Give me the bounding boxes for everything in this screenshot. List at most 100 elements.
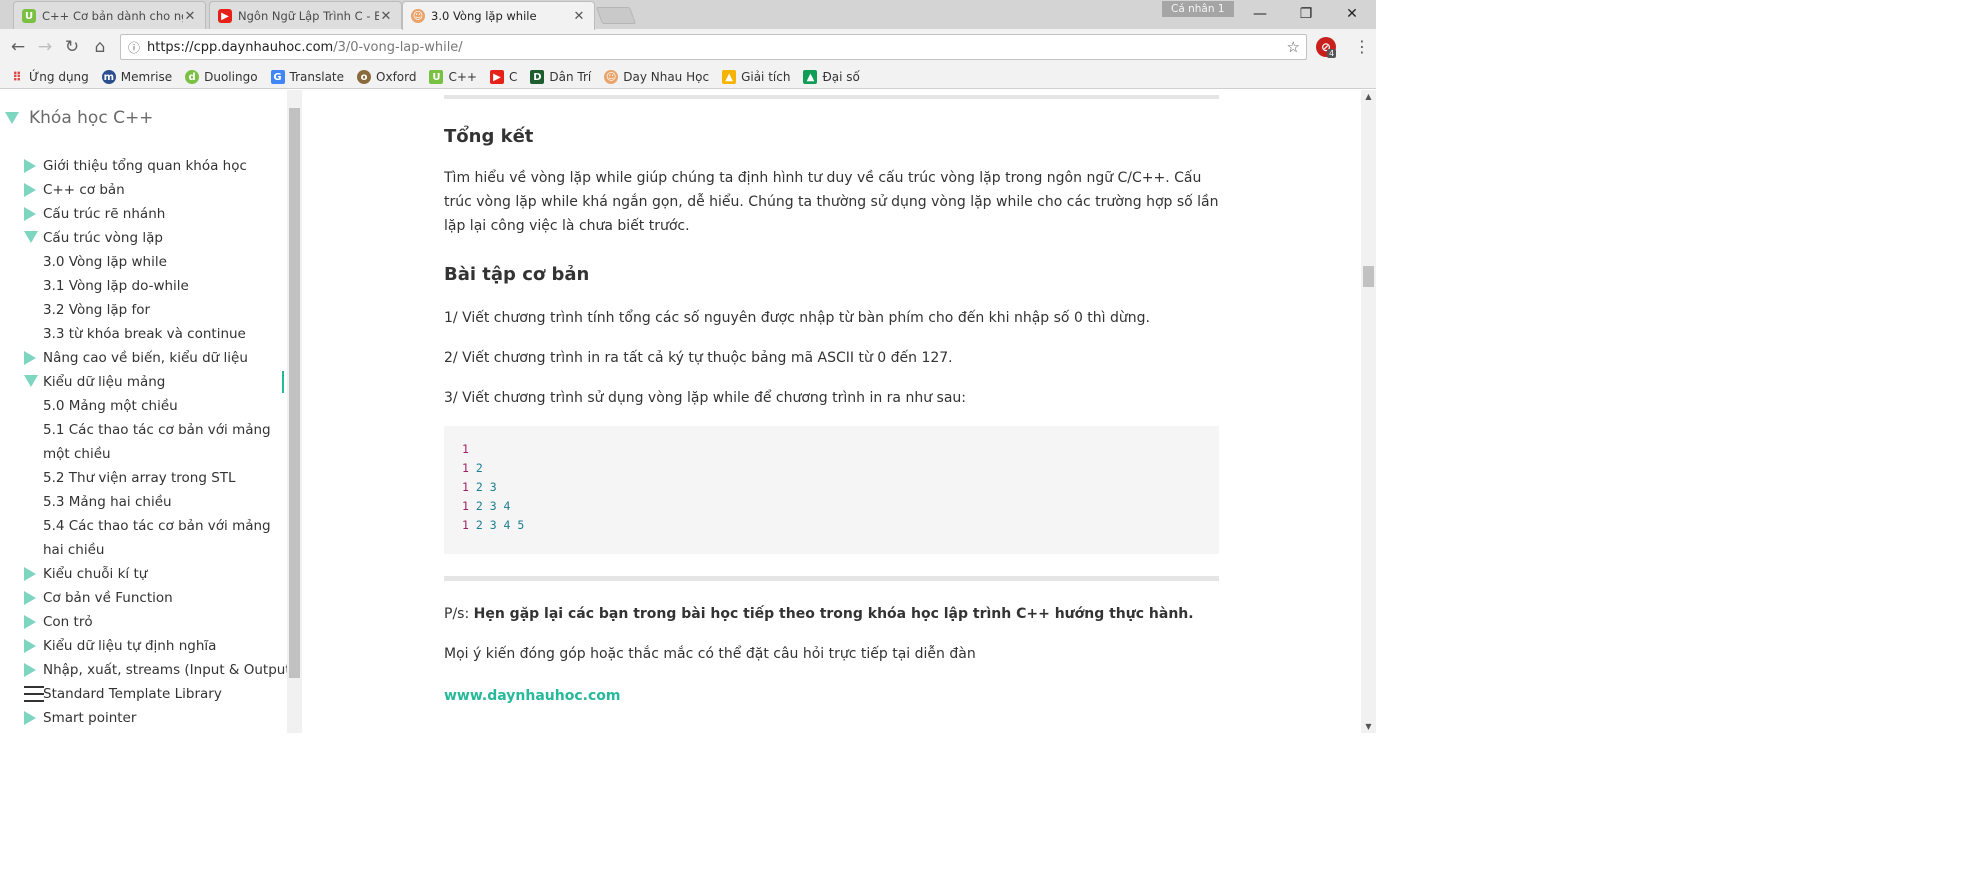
bookmark-apps[interactable]: ⠿ Ứng dụng (10, 70, 89, 84)
udemy-icon: U (22, 9, 36, 23)
page-scrollbar-thumb[interactable] (1363, 266, 1374, 287)
sidebar-subitem[interactable]: 3.0 Vòng lặp while (43, 250, 283, 274)
exercises-heading: Bài tập cơ bản (444, 264, 590, 285)
sidebar-item-label: Nhập, xuất, streams (Input & Output) (43, 662, 296, 678)
sidebar-subitem[interactable]: 5.3 Mảng hai chiều (43, 490, 283, 514)
duolingo-icon: d (185, 70, 200, 84)
bookmark-label: C++ (448, 70, 477, 84)
sidebar-scrollbar-thumb[interactable] (289, 108, 300, 678)
code-line: 1 2 (462, 461, 483, 475)
bookmark-c[interactable]: ▶ C (489, 70, 517, 84)
reload-icon[interactable]: ↻ (60, 35, 84, 59)
memrise-icon: m (101, 70, 116, 84)
tab-active[interactable]: ☺ 3.0 Vòng lặp while ✕ (402, 1, 595, 30)
tab-udemy[interactable]: U C++ Cơ bản dành cho người ✕ (13, 1, 206, 30)
minimize-icon[interactable]: — (1237, 0, 1283, 28)
expand-icon (24, 639, 36, 653)
code-token: 1 (462, 461, 469, 475)
udemy-icon: U (429, 70, 444, 84)
sidebar-subitem[interactable]: 5.0 Mảng một chiều (43, 394, 283, 418)
exercise-2: 2/ Viết chương trình in ra tất cả ký tự … (444, 350, 953, 366)
expand-icon (24, 663, 36, 677)
ps-paragraph: P/s: Hẹn gặp lại các bạn trong bài học t… (444, 602, 1219, 626)
drive-icon: ▲ (722, 70, 737, 84)
close-tab-icon[interactable]: ✕ (183, 9, 197, 24)
extension-badge: 4 (1327, 49, 1337, 58)
feedback-paragraph: Mọi ý kiến đóng góp hoặc thắc mắc có thể… (444, 646, 976, 662)
bookmark-translate[interactable]: G Translate (270, 70, 345, 84)
tab-title: Ngôn Ngữ Lập Trình C - Bài (238, 9, 379, 23)
new-tab-button[interactable] (595, 7, 637, 24)
close-window-icon[interactable]: ✕ (1329, 0, 1375, 28)
bookmark-star-icon[interactable]: ☆ (1287, 38, 1300, 56)
expand-icon (24, 615, 36, 629)
bookmark-memrise[interactable]: m Memrise (101, 70, 173, 84)
collapse-icon (24, 375, 38, 387)
sidebar-item-label: Con trỏ (43, 614, 93, 630)
tab-title: 3.0 Vòng lặp while (431, 9, 537, 23)
code-line: 1 2 3 (462, 480, 497, 494)
bookmark-giaitich[interactable]: ▲ Giải tích (722, 70, 790, 84)
scroll-up-icon[interactable]: ▲ (1361, 92, 1376, 101)
page-content: Khóa học C++ Giới thiệu tổng quan khóa h… (0, 90, 1376, 733)
site-link[interactable]: www.daynhauhoc.com (444, 688, 620, 704)
sidebar-item-label: Standard Template Library (43, 686, 222, 702)
home-icon[interactable]: ⌂ (88, 35, 112, 59)
hamburger-icon[interactable] (24, 686, 44, 702)
expand-icon (24, 159, 36, 173)
sidebar-title[interactable]: Khóa học C++ (5, 108, 153, 128)
bookmark-label: Memrise (120, 70, 173, 84)
bookmark-oxford[interactable]: o Oxford (357, 70, 416, 84)
expand-icon (24, 183, 36, 197)
bookmark-dantri[interactable]: D Dân Trí (530, 70, 591, 84)
sidebar-subitem[interactable]: 5.2 Thư viện array trong STL (43, 466, 283, 490)
info-icon[interactable]: ⓘ (121, 39, 147, 56)
page-scrollbar[interactable]: ▲ ▼ (1361, 90, 1376, 733)
tab-strip: U C++ Cơ bản dành cho người ✕ ▶ Ngôn Ngữ… (0, 0, 1376, 30)
sidebar-title-label: Khóa học C++ (29, 108, 154, 128)
sidebar-item-label: Smart pointer (43, 710, 137, 726)
translate-icon: G (270, 70, 285, 84)
bookmark-daynhauhoc[interactable]: ☺ Day Nhau Học (604, 70, 709, 84)
sidebar-subitem[interactable]: 3.2 Vòng lặp for (43, 298, 283, 322)
divider (444, 576, 1219, 581)
ps-prefix: P/s: (444, 606, 474, 622)
sidebar-item-label: Cơ bản về Function (43, 590, 173, 606)
course-sidebar: Khóa học C++ Giới thiệu tổng quan khóa h… (0, 90, 302, 733)
profile-button[interactable]: Cá nhân 1 (1162, 1, 1234, 17)
address-bar[interactable]: ⓘ https://cpp.daynhauhoc.com/3/0-vong-la… (120, 34, 1307, 60)
url-path: /3/0-vong-lap-while/ (333, 39, 463, 55)
tab-title: C++ Cơ bản dành cho người (42, 9, 183, 23)
close-tab-icon[interactable]: ✕ (379, 9, 393, 24)
bookmark-duolingo[interactable]: d Duolingo (185, 70, 258, 84)
restore-icon[interactable]: ❐ (1283, 0, 1329, 28)
bookmark-label: Oxford (376, 70, 417, 84)
forward-icon[interactable]: → (33, 35, 57, 59)
sidebar-item-label: Cấu trúc vòng lặp (43, 230, 163, 246)
sidebar-subitem[interactable]: 5.4 Các thao tác cơ bản với mảng hai chi… (43, 514, 283, 562)
sidebar-item-label: Nâng cao về biến, kiểu dữ liệu (43, 350, 248, 366)
daynhauhoc-icon: ☺ (411, 9, 425, 23)
code-line: 1 2 3 4 5 (462, 518, 524, 532)
summary-paragraph: Tìm hiểu về vòng lặp while giúp chúng ta… (444, 170, 1219, 234)
summary-heading: Tổng kết (444, 126, 534, 147)
tab-youtube[interactable]: ▶ Ngôn Ngữ Lập Trình C - Bài ✕ (209, 1, 402, 30)
close-tab-icon[interactable]: ✕ (572, 9, 586, 24)
bookmark-label: Giải tích (741, 70, 791, 84)
back-icon[interactable]: ← (6, 35, 30, 59)
bookmark-label: Đại số (822, 70, 860, 84)
youtube-icon: ▶ (218, 9, 232, 23)
sidebar-subitem[interactable]: 3.3 từ khóa break và continue (43, 322, 283, 346)
ps-bold-text: Hẹn gặp lại các bạn trong bài học tiếp t… (473, 606, 1194, 622)
url-host: https://cpp.daynhauhoc.com (147, 39, 334, 55)
bookmark-cpp[interactable]: U C++ (429, 70, 477, 84)
scroll-down-icon[interactable]: ▼ (1361, 722, 1376, 731)
sidebar-subitem[interactable]: 3.1 Vòng lặp do-while (43, 274, 283, 298)
active-indicator (282, 371, 284, 393)
menu-icon[interactable]: ⋮ (1354, 37, 1370, 56)
bookmark-label: Translate (289, 70, 345, 84)
bookmark-label: Ứng dụng (29, 70, 89, 84)
bookmark-daiso[interactable]: ▲ Đại số (803, 70, 860, 84)
sidebar-subitem[interactable]: 5.1 Các thao tác cơ bản với mảng một chi… (43, 418, 283, 466)
oxford-icon: o (357, 70, 372, 84)
